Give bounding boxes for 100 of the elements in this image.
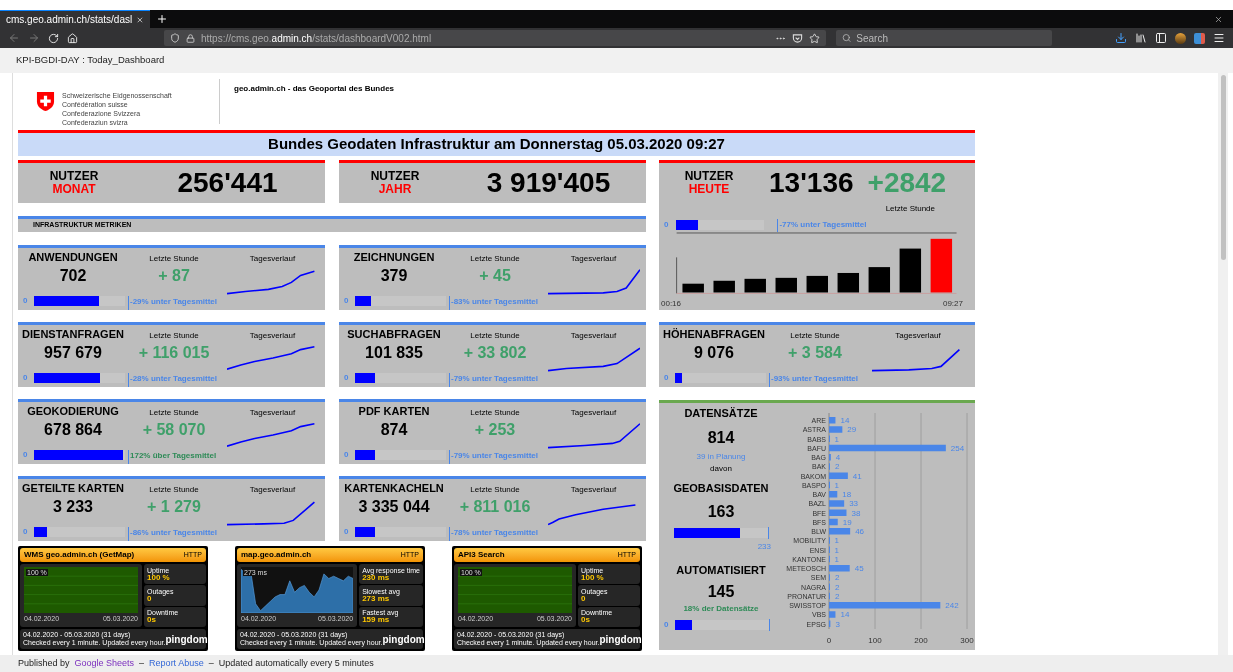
stat-value: 0s [581, 616, 591, 625]
axis-label: 0 [664, 619, 669, 630]
subtitle: davon [710, 463, 732, 474]
automated-title: AUTOMATISIERT [676, 563, 766, 577]
metric-title: SUCHABFRAGEN [346, 326, 442, 342]
axis-label: 0 [23, 526, 28, 538]
users-delta: +2842 [867, 166, 947, 200]
monitor-title: map.geo.admin.ch [241, 549, 312, 561]
stat-value: 0 [581, 595, 586, 603]
stat-value: 100 % [581, 573, 605, 582]
stat-value: 0s [147, 616, 157, 625]
average-comparison: -93% unter Tagesmittel [771, 373, 858, 385]
metric-title: ZEICHNUNGEN [352, 249, 436, 265]
users-value: 256'441 [176, 166, 279, 200]
delta-caption: Letzte Stunde [148, 484, 200, 496]
value-label: 1 [834, 536, 839, 546]
download-icon[interactable] [1115, 32, 1127, 44]
trend-caption: Tagesverlauf [569, 484, 618, 496]
axis-label: 0 [664, 372, 669, 384]
average-comparison: -28% unter Tagesmittel [130, 373, 217, 385]
footer-link[interactable]: Report Abuse [149, 656, 204, 671]
star-icon[interactable] [809, 32, 820, 44]
footer-text: Published by [18, 656, 70, 670]
axis-label: 0 [344, 295, 349, 307]
trend-caption: Tagesverlauf [248, 253, 297, 265]
chart-bar [829, 417, 836, 424]
stat-value: 273 ms [362, 595, 390, 603]
users-label: NUTZER [49, 170, 99, 183]
window-close-icon[interactable] [1214, 14, 1223, 24]
metric-delta: + 116 015 [137, 343, 211, 363]
metric-delta: + 45 [478, 266, 512, 286]
axis-label: 0 [23, 449, 28, 461]
automated-value: 145 [707, 581, 735, 601]
average-comparison: -79% unter Tagesmittel [451, 450, 538, 462]
brand-logo: pingdom [382, 632, 425, 647]
library-icon[interactable] [1135, 32, 1147, 44]
search-icon [842, 33, 852, 43]
menu-icon[interactable] [1213, 32, 1225, 44]
chart-bar [829, 509, 847, 516]
value-label: 1 [834, 480, 839, 490]
metric-delta: + 58 070 [141, 420, 207, 440]
lock-icon [186, 33, 195, 43]
trend-caption: Tagesverlauf [248, 330, 297, 342]
value-label: 4 [835, 453, 841, 462]
chart-bar [829, 518, 838, 526]
period-label: HEUTE [688, 183, 730, 196]
axis-label: 0 [23, 295, 28, 307]
stat-value: 100 % [147, 573, 171, 582]
trend-caption: Tagesverlauf [894, 330, 942, 342]
datasets-value: 814 [707, 428, 735, 448]
value-label: 1 [834, 545, 839, 555]
pocket-icon[interactable] [792, 32, 803, 44]
average-comparison: -83% unter Tagesmittel [451, 296, 538, 308]
value-label: 29 [847, 425, 857, 435]
address-bar[interactable]: https://cms.geo.admin.ch/stats/dashboardV002.html [164, 30, 826, 46]
delta-caption: Letzte Stunde [789, 330, 841, 342]
value-label: 14 [840, 416, 850, 425]
average-comparison: -79% unter Tagesmittel [451, 373, 538, 385]
metric-value: 3 335 044 [357, 497, 431, 517]
value-label: 38 [851, 508, 861, 518]
value-label: 3 [835, 619, 840, 629]
reload-icon[interactable] [48, 32, 59, 44]
delta-caption: Letzte Stunde [148, 407, 200, 419]
trend-caption: Tagesverlauf [569, 253, 618, 265]
close-icon[interactable] [136, 14, 144, 25]
metric-title: ANWENDUNGEN [27, 249, 119, 265]
browser-tab[interactable]: cms.geo.admin.ch/stats/dasl [0, 10, 150, 28]
sheet-title: KPI-BGDI-DAY : Today_Dashboard [16, 53, 165, 68]
portal-title: geo.admin.ch - das Geoportal des Bundes [234, 83, 395, 95]
tick-label: 0 [826, 636, 832, 645]
users-label: NUTZER [370, 170, 420, 183]
value-label: 254 [950, 443, 965, 453]
metric-value: 874 [379, 420, 409, 440]
delta-caption: Letzte Stunde [885, 203, 935, 215]
scrollbar-thumb[interactable] [1220, 75, 1226, 260]
chart-bar [829, 500, 845, 507]
sidebar-icon[interactable] [1155, 32, 1167, 44]
time-label: 09:27 [942, 298, 963, 310]
new-tab-icon[interactable] [156, 13, 168, 25]
footer-link[interactable]: Google Sheets [74, 656, 135, 671]
value-label: 33 [849, 499, 859, 509]
footer-text: – [208, 656, 214, 670]
home-icon[interactable] [67, 32, 78, 44]
chart-bar [829, 611, 836, 618]
profile-icon[interactable] [1175, 32, 1186, 44]
trend-caption: Tagesverlauf [248, 484, 297, 496]
chart-bar [829, 565, 850, 572]
average-comparison: -29% unter Tagesmittel [130, 296, 217, 308]
metric-delta: + 811 016 [458, 497, 532, 517]
value-label: 2 [834, 591, 840, 601]
metric-title: PDF KARTEN [357, 403, 431, 419]
extension-icon[interactable] [1194, 32, 1205, 44]
delta-caption: Letzte Stunde [469, 330, 521, 342]
average-comparison: -86% unter Tagesmittel [130, 527, 217, 539]
users-value: 13'136 [769, 166, 854, 200]
tick-label: 100 [868, 636, 882, 645]
chart-bar [829, 491, 838, 498]
metric-delta: + 3 584 [787, 343, 843, 363]
metric-value: 101 835 [364, 343, 424, 363]
value-label: 1 [834, 554, 839, 564]
